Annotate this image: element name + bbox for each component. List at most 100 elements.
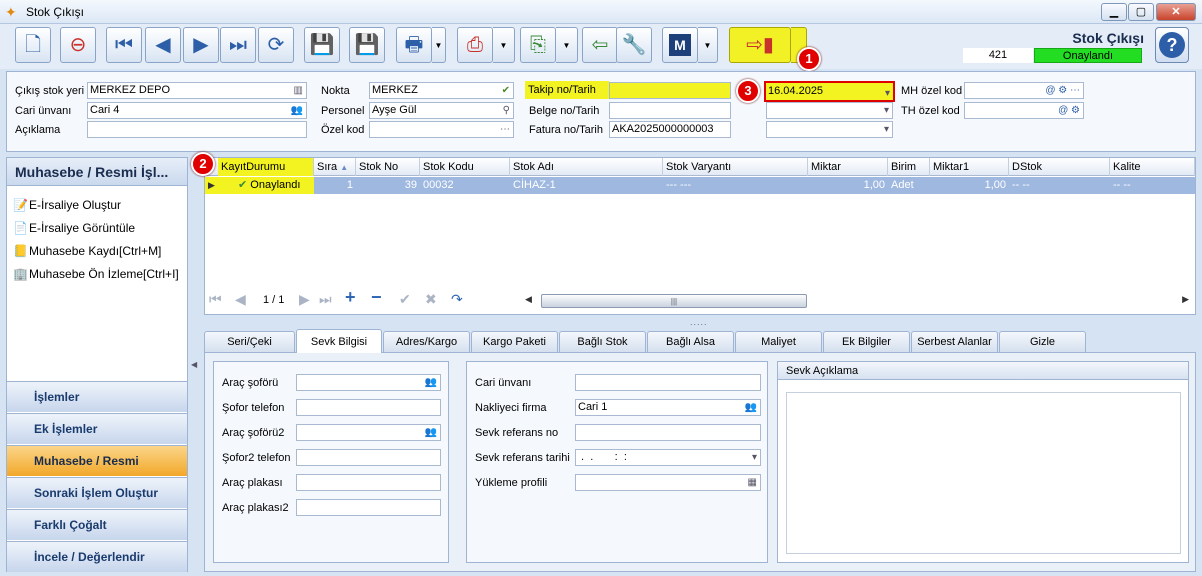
arac-plakasi2-field[interactable]: [296, 499, 441, 516]
nav-incele-degerlendir[interactable]: İncele / Değerlendir: [7, 541, 187, 572]
people-icon[interactable]: 👥: [425, 425, 437, 440]
col-birim[interactable]: Birim: [888, 158, 930, 176]
cikis-stok-yeri-field[interactable]: MERKEZ DEPO ▥: [87, 82, 307, 99]
next-page-icon[interactable]: ▶: [299, 291, 310, 308]
col-miktar[interactable]: Miktar: [808, 158, 888, 176]
tab-sevk-bilgisi[interactable]: Sevk Bilgisi: [296, 329, 382, 353]
aciklama-field[interactable]: [87, 121, 307, 138]
confirm-edit-icon[interactable]: ✔: [399, 291, 411, 308]
people-icon[interactable]: 👥: [745, 400, 757, 415]
nav-ek-islemler[interactable]: Ek İşlemler: [7, 413, 187, 444]
cancel-edit-icon[interactable]: ✖: [425, 291, 437, 308]
nakliyeci-firma-field[interactable]: Cari 1 👥: [575, 399, 761, 416]
people-icon[interactable]: 👥: [425, 375, 437, 390]
sevk-cari-unvani-field[interactable]: [575, 374, 761, 391]
person-search-icon[interactable]: ⚲: [503, 103, 510, 118]
tab-bagli-stok[interactable]: Bağlı Stok: [559, 331, 646, 352]
chevron-down-icon[interactable]: ▾: [752, 450, 757, 465]
sevk-aciklama-textarea[interactable]: [786, 392, 1181, 554]
back-button[interactable]: ⇦: [582, 27, 618, 63]
tab-seri-ceki[interactable]: Seri/Çeki: [204, 331, 295, 352]
tab-maliyet[interactable]: Maliyet: [735, 331, 822, 352]
m-module-button[interactable]: M: [662, 27, 698, 63]
scroll-thumb[interactable]: |||: [541, 294, 807, 308]
nokta-field[interactable]: MERKEZ ✔: [369, 82, 514, 99]
redo-icon[interactable]: ↷: [451, 291, 463, 308]
scroll-right-icon[interactable]: ▶: [1182, 294, 1189, 305]
first-record-button[interactable]: ⏮: [106, 27, 142, 63]
minimize-button[interactable]: ▁: [1101, 3, 1127, 21]
refresh-button[interactable]: ⟳: [258, 27, 294, 63]
personel-field[interactable]: Ayşe Gül ⚲: [369, 102, 514, 119]
e-irsaliye-goruntule-item[interactable]: 📄E-İrsaliye Görüntüle: [13, 221, 135, 235]
delete-record-button[interactable]: ⊖: [60, 27, 96, 63]
e-irsaliye-olustur-item[interactable]: 📝E-İrsaliye Oluştur: [13, 198, 121, 212]
col-stok-adi[interactable]: Stok Adı: [510, 158, 663, 176]
help-button[interactable]: ?: [1155, 27, 1189, 63]
fatura-no-field[interactable]: AKA2025000000003: [609, 121, 731, 138]
takip-tarih-field[interactable]: 16.04.2025 ▾: [764, 81, 895, 102]
col-miktar1[interactable]: Miktar1: [930, 158, 1009, 176]
tab-gizle[interactable]: Gizle: [999, 331, 1086, 352]
col-kalite[interactable]: Kalite: [1110, 158, 1195, 176]
sevk-referans-no-field[interactable]: [575, 424, 761, 441]
takip-no-field[interactable]: [609, 82, 731, 99]
col-sira[interactable]: Sıra ▲: [314, 158, 356, 176]
save-cancel-button[interactable]: 💾: [349, 27, 385, 63]
close-button[interactable]: ✕: [1156, 3, 1196, 21]
nav-muhasebe-resmi-islemler[interactable]: Muhasebe / Resmi İşlemler: [7, 445, 187, 498]
nav-sonraki-islem-olustur[interactable]: Sonraki İşlem Oluştur: [7, 477, 187, 508]
m-module-dropdown[interactable]: ▼: [698, 27, 718, 63]
belge-no-field[interactable]: [609, 102, 731, 119]
nav-farkli-cogalt[interactable]: Farklı Çoğalt: [7, 509, 187, 540]
sofor-telefon-field[interactable]: [296, 399, 441, 416]
previous-record-button[interactable]: ◀: [145, 27, 181, 63]
chevron-down-icon[interactable]: ▾: [884, 103, 889, 118]
fatura-tarih-field[interactable]: ▾: [766, 121, 893, 138]
import-dropdown[interactable]: ▼: [556, 27, 578, 63]
check-icon[interactable]: ✔: [502, 83, 510, 98]
print-dropdown[interactable]: ▼: [432, 27, 446, 63]
arac-soforu2-field[interactable]: 👥: [296, 424, 441, 441]
calculator-icon[interactable]: ▦: [748, 475, 757, 490]
at-sign-icon[interactable]: @ ⚙: [1058, 103, 1080, 118]
print-button[interactable]: 🖶: [396, 27, 432, 63]
sevk-referans-tarihi-field[interactable]: . . : : ▾: [575, 449, 761, 466]
yukleme-profili-field[interactable]: ▦: [575, 474, 761, 491]
muhasebe-kaydi-item[interactable]: 📒Muhasebe Kaydı[Ctrl+M]: [13, 244, 161, 258]
last-record-button[interactable]: ⏭: [220, 27, 256, 63]
sofor2-telefon-field[interactable]: [296, 449, 441, 466]
import-button[interactable]: ⎘: [520, 27, 556, 63]
prev-page-icon[interactable]: ◀: [235, 291, 246, 308]
cari-unvani-field[interactable]: Cari 4 👥: [87, 102, 307, 119]
tab-adres-kargo[interactable]: Adres/Kargo: [383, 331, 470, 352]
settings-tools-button[interactable]: 🔧: [616, 27, 652, 63]
arac-soforu-field[interactable]: 👥: [296, 374, 441, 391]
col-stok-varyanti[interactable]: Stok Varyantı: [663, 158, 808, 176]
tab-bagli-alsa[interactable]: Bağlı Alsa: [647, 331, 734, 352]
last-page-icon[interactable]: ⏭: [319, 291, 332, 308]
mh-ozel-kod-field[interactable]: @ ⚙ ⋯: [964, 82, 1084, 99]
new-record-button[interactable]: 🗋: [15, 27, 51, 63]
next-record-button[interactable]: ▶: [183, 27, 219, 63]
tab-serbest-alanlar[interactable]: Serbest Alanlar: [911, 331, 998, 352]
maximize-button[interactable]: ▢: [1128, 3, 1154, 21]
col-stok-no[interactable]: Stok No: [356, 158, 420, 176]
add-row-icon[interactable]: +: [345, 287, 356, 308]
at-sign-icon[interactable]: @ ⚙ ⋯: [1045, 83, 1080, 98]
ellipsis-icon[interactable]: ⋯: [500, 122, 510, 137]
tab-kargo-paketi[interactable]: Kargo Paketi: [471, 331, 558, 352]
col-kayit-durumu[interactable]: KayıtDurumu: [218, 158, 314, 176]
ozel-kod-field[interactable]: ⋯: [369, 121, 514, 138]
scroll-left-icon[interactable]: ◀: [525, 294, 532, 305]
save-button[interactable]: 💾: [304, 27, 340, 63]
pdf-dropdown[interactable]: ▼: [493, 27, 515, 63]
collapse-panel-icon[interactable]: ◀: [191, 360, 197, 369]
horizontal-scrollbar[interactable]: ◀ ||| ▶: [523, 293, 1191, 309]
pdf-export-button[interactable]: ⎙: [457, 27, 493, 63]
th-ozel-kod-field[interactable]: @ ⚙: [964, 102, 1084, 119]
exit-door-button[interactable]: ⇨▮: [729, 27, 791, 63]
barcode-icon[interactable]: ▥: [294, 83, 303, 98]
belge-tarih-field[interactable]: ▾: [766, 102, 893, 119]
people-icon[interactable]: 👥: [291, 103, 303, 118]
